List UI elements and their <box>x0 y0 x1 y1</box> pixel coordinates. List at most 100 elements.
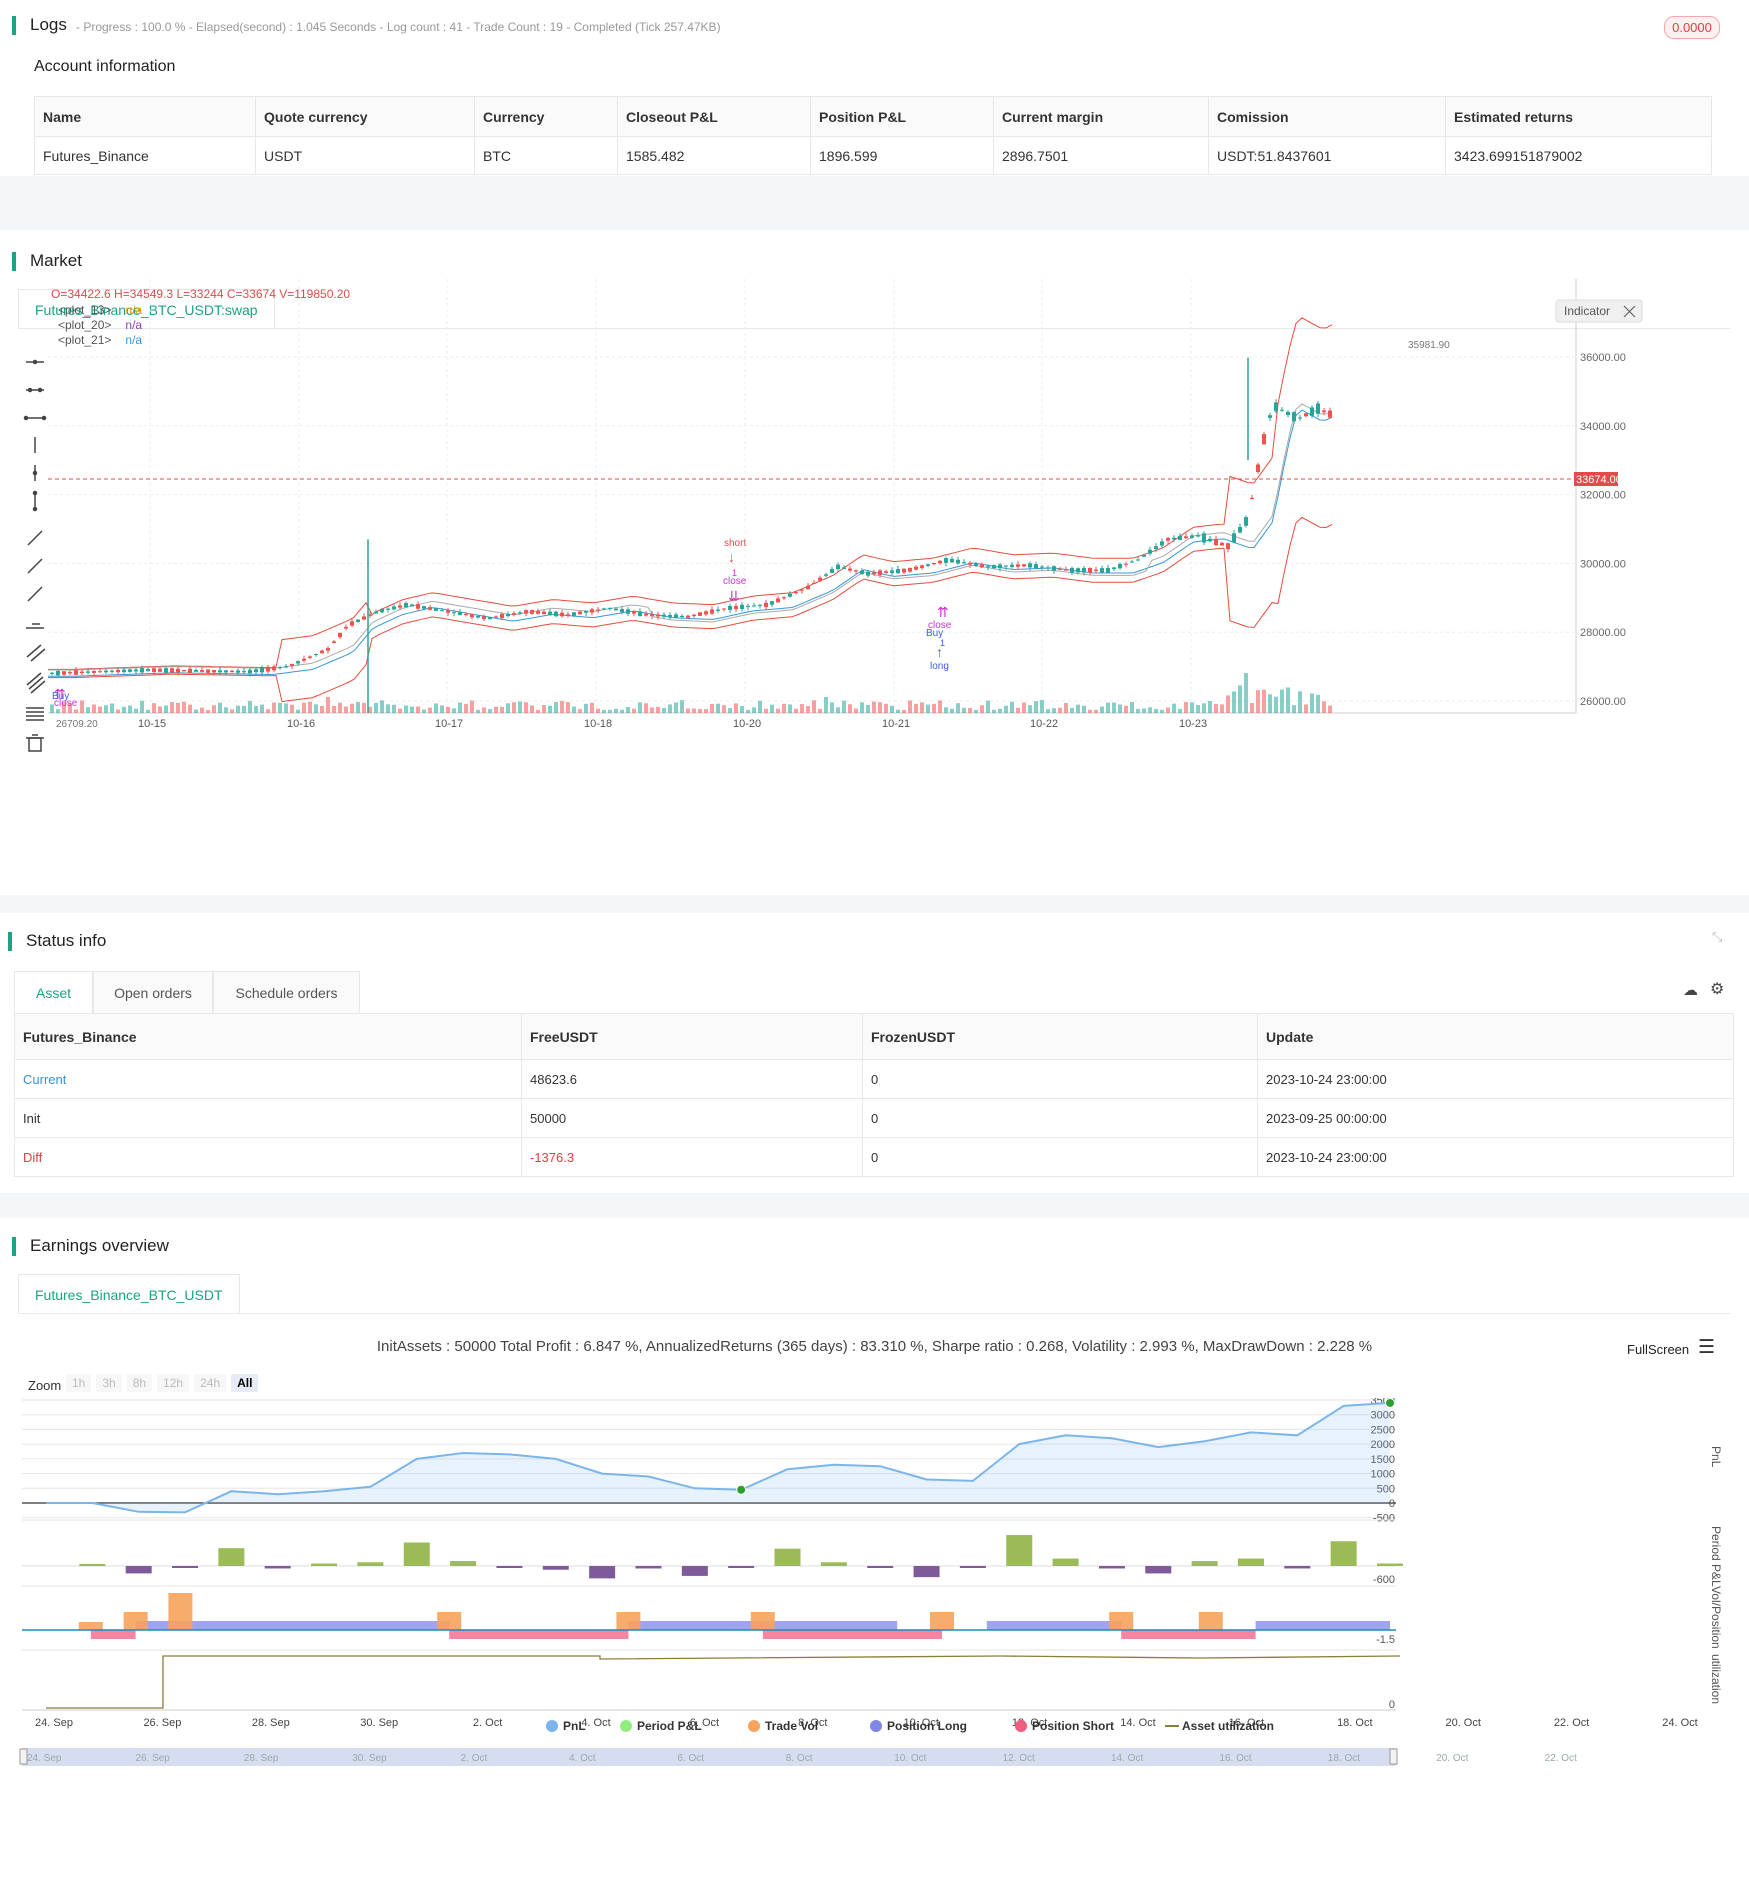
account-cell: 2896.7501 <box>993 136 1209 175</box>
date-tick-label: 24. Oct <box>1662 1717 1697 1729</box>
volume-bar <box>386 704 390 713</box>
horizontal-line-tool-icon[interactable] <box>26 359 44 365</box>
earnings-symbol-tab[interactable]: Futures_Binance_BTC_USDT <box>18 1274 240 1314</box>
volume-bar <box>1016 707 1020 713</box>
cloud-download-icon[interactable]: ☁ <box>1683 981 1698 999</box>
asset-cell: 0 <box>862 1098 1258 1138</box>
candle-body <box>1268 415 1272 418</box>
period-pnl-bar <box>357 1562 384 1566</box>
zoom-buttons: 1h 3h 8h 12h 24h All <box>66 1374 263 1392</box>
zoom-option-All[interactable]: All <box>231 1374 259 1392</box>
legend-item[interactable]: Asset utilization <box>1182 1719 1274 1733</box>
volume-bar <box>356 701 360 713</box>
volume-bar <box>806 705 810 713</box>
vertical-ray-tool-icon[interactable] <box>32 465 38 481</box>
zoom-option-1h[interactable]: 1h <box>66 1374 92 1392</box>
logs-status: - Progress : 100.0 % - Elapsed(second) :… <box>76 20 721 34</box>
candle-body <box>1310 407 1314 416</box>
legend-item[interactable]: PnL <box>563 1719 586 1733</box>
zoom-option-8h[interactable]: 8h <box>126 1374 153 1392</box>
asset-row-label: Current <box>14 1059 522 1099</box>
zoom-option-12h[interactable]: 12h <box>157 1374 190 1392</box>
parallel-line-tool-icon[interactable] <box>26 644 46 662</box>
volume-bar <box>1094 709 1098 713</box>
gear-icon[interactable]: ⚙ <box>1710 979 1724 999</box>
volume-bar <box>482 707 486 713</box>
drawing-toolbar <box>23 359 47 752</box>
middle-band-line <box>48 409 1333 677</box>
tab-schedule-orders[interactable]: Schedule orders <box>213 971 360 1013</box>
status-title: Status info <box>7 931 107 951</box>
volume-bar <box>446 706 450 713</box>
navigator-selection[interactable] <box>22 1748 1396 1766</box>
account-header: Comission <box>1208 96 1446 137</box>
volume-bar <box>650 707 654 713</box>
horizontal-segment-tool-icon[interactable] <box>23 415 47 421</box>
candle-body <box>1322 410 1326 413</box>
candle-body <box>914 566 918 570</box>
candle-body <box>1136 559 1140 561</box>
candle-body <box>1208 538 1212 542</box>
fullscreen-button[interactable]: FullScreen <box>1627 1342 1689 1357</box>
candle-body <box>536 611 540 614</box>
trend-ray-tool-icon[interactable] <box>27 558 43 574</box>
candle-body <box>122 669 126 673</box>
candle-body <box>884 571 888 574</box>
trash-icon[interactable] <box>26 734 44 752</box>
volume-bar <box>950 708 954 713</box>
short-signal-label: short <box>724 538 746 549</box>
navigator-right-handle[interactable] <box>1389 1748 1398 1765</box>
candle-body <box>1256 464 1260 472</box>
pnl-axis-name: PnL <box>1709 1446 1723 1468</box>
candle-body <box>470 614 474 618</box>
trend-segment-tool-icon[interactable] <box>27 586 43 602</box>
vertical-segment-tool-icon[interactable] <box>32 490 38 512</box>
candle-body <box>644 613 648 616</box>
utilization-line <box>46 1655 1401 1709</box>
horizontal-lines-tool-icon[interactable] <box>26 707 44 721</box>
volume-bar <box>986 700 990 713</box>
legend-item[interactable]: Trade Vol <box>765 1719 818 1733</box>
market-chart[interactable]: O=34422.6 H=34549.3 L=33244 C=33674 V=11… <box>48 279 1748 734</box>
candle-body <box>758 604 762 606</box>
volume-bar <box>590 702 594 713</box>
long-signal-close-arrow: ⇈ <box>937 604 949 620</box>
navigator-tick: 24. Sep <box>27 1753 62 1764</box>
zoom-option-3h[interactable]: 3h <box>96 1374 122 1392</box>
navigator-left-handle[interactable] <box>19 1748 28 1765</box>
volume-bar <box>812 700 816 713</box>
volume-bar <box>434 703 438 713</box>
tab-asset[interactable]: Asset <box>14 971 93 1013</box>
volume-bar <box>1232 691 1236 713</box>
legend-item[interactable]: Position Long <box>887 1719 967 1733</box>
fibonacci-tool-icon[interactable] <box>26 672 46 694</box>
period-pnl-bar <box>1284 1566 1311 1569</box>
horizontal-ray-tool-icon[interactable] <box>26 387 44 393</box>
candle-body <box>494 616 498 618</box>
volume-bar <box>776 708 780 713</box>
tab-open-orders[interactable]: Open orders <box>93 971 213 1013</box>
volume-bar <box>638 702 642 713</box>
collapse-icon[interactable]: ⤡ <box>1712 929 1722 945</box>
legend-item[interactable]: Period P&L <box>637 1719 702 1733</box>
trade-vol-bar <box>168 1593 193 1630</box>
navigator-tick: 20. Oct <box>1436 1753 1468 1764</box>
menu-icon[interactable]: ☰ <box>1698 1336 1715 1359</box>
pnl-min-marker[interactable] <box>736 1484 747 1495</box>
zoom-option-24h[interactable]: 24h <box>194 1374 227 1392</box>
volume-bar <box>902 709 906 713</box>
indicator-button[interactable]: Indicator <box>1555 299 1643 323</box>
pnl-max-marker[interactable] <box>1385 1398 1395 1408</box>
logs-badge[interactable]: 0.0000 <box>1664 16 1720 39</box>
volume-bar <box>662 707 666 713</box>
volume-bar <box>536 709 540 713</box>
volume-bar <box>962 707 966 713</box>
trend-line-tool-icon[interactable] <box>27 530 43 546</box>
price-line-tool-icon[interactable] <box>26 623 44 629</box>
candle-body <box>638 611 642 616</box>
legend-item[interactable]: Position Short <box>1032 1719 1114 1733</box>
period-pnl-bar <box>1330 1541 1357 1566</box>
candle-body <box>404 603 408 608</box>
earnings-panel: Earnings overview Futures_Binance_BTC_US… <box>0 1218 1749 1898</box>
date-tick-label: 20. Oct <box>1445 1717 1480 1729</box>
